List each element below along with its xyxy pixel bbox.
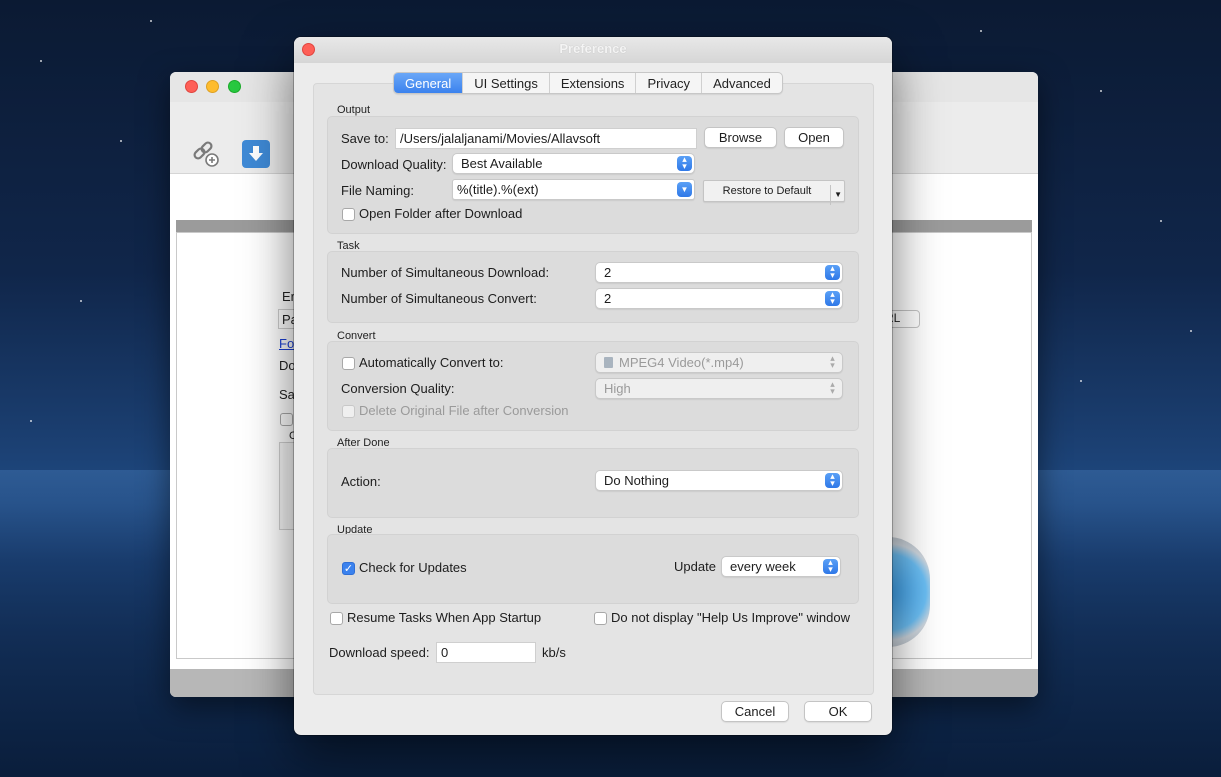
stepper-arrows-icon: ▴ ▾ [830,353,835,370]
stepper-arrows-icon: ▴ ▾ [677,155,692,171]
star [80,300,82,302]
add-link-icon[interactable] [190,138,220,168]
stepper-arrows-icon: ▴ ▾ [825,290,840,306]
delete-original-label: Delete Original File after Conversion [359,403,569,418]
sim-convert-label: Number of Simultaneous Convert: [341,291,537,306]
auto-convert-label: Automatically Convert to: [359,355,504,370]
chevron-down-icon: ▼ [677,182,692,197]
tab-privacy[interactable]: Privacy [636,73,703,93]
minimize-window-button[interactable] [206,80,219,93]
conversion-quality-value: High [604,381,631,396]
browse-button[interactable]: Browse [704,127,777,148]
star [1080,380,1082,382]
sim-download-label: Number of Simultaneous Download: [341,265,550,280]
download-quality-label: Download Quality: [341,157,447,172]
download-icon[interactable] [242,140,270,168]
open-folder-checkbox[interactable] [342,208,355,221]
dialog-titlebar: Preference [294,37,892,63]
tab-general[interactable]: General [394,73,464,93]
update-frequency-value: every week [730,559,796,574]
dropdown-arrow-icon: ▼ [830,185,842,205]
star [980,30,982,32]
star [40,60,42,62]
help-improve-checkbox[interactable] [594,612,607,625]
conversion-quality-select[interactable]: High ▴ ▾ [595,378,843,399]
stepper-arrows-icon: ▴ ▾ [830,379,835,396]
close-window-button[interactable] [185,80,198,93]
update-frequency-label: Update [674,559,716,574]
download-speed-unit: kb/s [542,645,566,660]
convert-format-value: MPEG4 Video(*.mp4) [619,355,744,370]
file-naming-combobox[interactable]: %(title).%(ext) ▼ [452,179,695,200]
resume-tasks-label: Resume Tasks When App Startup [347,610,542,625]
sim-convert-select[interactable]: 2 ▴ ▾ [595,288,843,309]
sim-download-value: 2 [604,265,612,280]
restore-default-label: Restore to Default [722,185,812,197]
update-frequency-select[interactable]: every week ▴ ▾ [721,556,841,577]
background-text-fragment: Sa [279,387,295,402]
tab-advanced[interactable]: Advanced [702,73,782,93]
background-checkbox[interactable] [280,413,293,426]
sim-download-select[interactable]: 2 ▴ ▾ [595,262,843,283]
star [30,420,32,422]
save-to-label: Save to: [341,131,389,146]
after-done-action-value: Do Nothing [604,473,670,488]
star [1190,330,1192,332]
preference-dialog: Preference General UI Settings Extension… [294,37,892,735]
after-done-action-select[interactable]: Do Nothing ▴ ▾ [595,470,843,491]
section-title-output: Output [337,104,371,116]
video-file-icon [604,357,613,368]
check-updates-label: Check for Updates [359,560,467,575]
background-link-fragment[interactable]: Fo [279,336,294,351]
file-naming-label: File Naming: [341,183,414,198]
zoom-window-button[interactable] [228,80,241,93]
tab-ui-settings[interactable]: UI Settings [463,73,550,93]
star [1160,220,1162,222]
dialog-title: Preference [559,41,627,56]
action-label: Action: [341,474,381,489]
download-speed-label: Download speed: [329,645,430,660]
resume-tasks-checkbox[interactable] [330,612,343,625]
convert-format-select[interactable]: MPEG4 Video(*.mp4) ▴ ▾ [595,352,843,373]
cancel-button[interactable]: Cancel [721,701,789,722]
star [150,20,152,22]
star [120,140,122,142]
restore-default-button[interactable]: Restore to Default ▼ [703,180,845,205]
save-to-field[interactable]: /Users/jalaljanami/Movies/Allavsoft [395,128,697,149]
stepper-arrows-icon: ▴ ▾ [825,264,840,280]
sim-convert-value: 2 [604,291,612,306]
check-updates-checkbox[interactable]: ✓ [342,562,355,575]
preference-tabs: General UI Settings Extensions Privacy A… [393,72,783,94]
auto-convert-checkbox[interactable] [342,357,355,370]
star [1100,90,1102,92]
open-folder-label: Open Folder after Download [359,206,523,221]
help-improve-label: Do not display "Help Us Improve" window [611,610,850,625]
file-naming-value: %(title).%(ext) [457,182,539,197]
stepper-arrows-icon: ▴ ▾ [825,472,840,488]
download-speed-field[interactable]: 0 [436,642,536,663]
stepper-arrows-icon: ▴ ▾ [823,558,838,574]
open-button[interactable]: Open [784,127,844,148]
delete-original-checkbox[interactable] [342,405,355,418]
conversion-quality-label: Conversion Quality: [341,381,455,396]
download-quality-value: Best Available [461,156,543,171]
download-quality-select[interactable]: Best Available ▴ ▾ [452,153,695,174]
ok-button[interactable]: OK [804,701,872,722]
close-dialog-button[interactable] [302,43,315,56]
tab-extensions[interactable]: Extensions [550,73,637,93]
